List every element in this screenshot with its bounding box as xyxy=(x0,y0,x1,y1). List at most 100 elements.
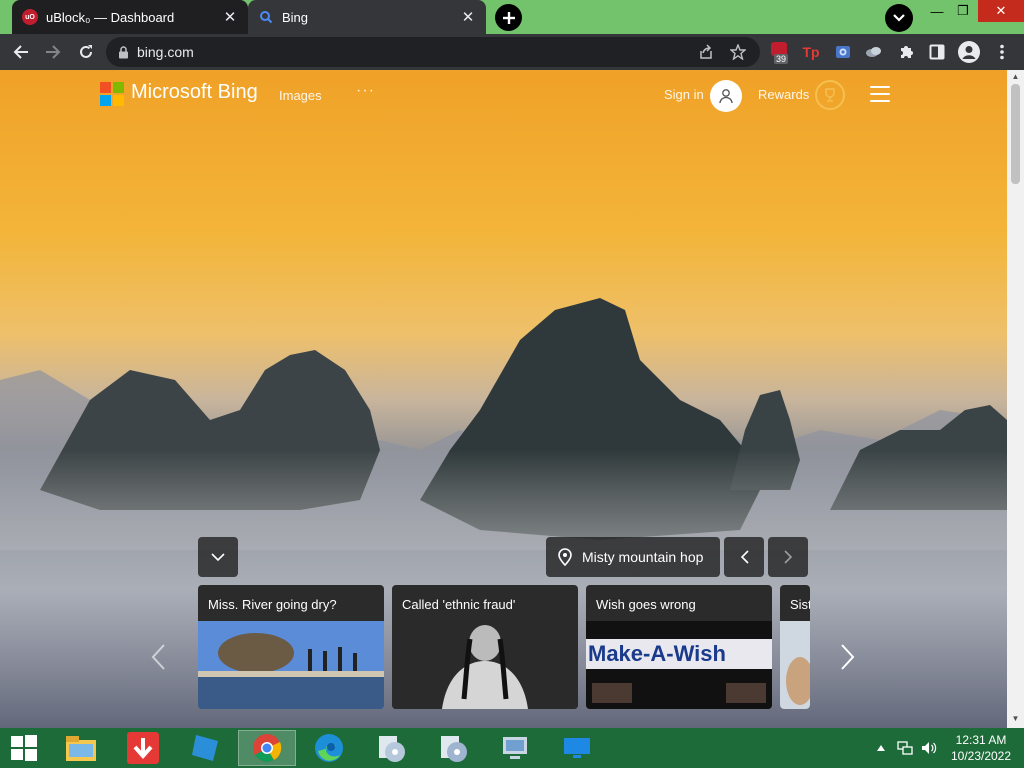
news-card-image: Make-A-Wish xyxy=(586,621,772,709)
tab-close-icon[interactable]: ✕ xyxy=(222,9,238,26)
address-bar[interactable]: bing.com xyxy=(106,37,760,67)
tab-title: uBlock₀ — Dashboard xyxy=(46,9,175,25)
hamburger-menu-icon[interactable] xyxy=(870,86,890,102)
side-panel-icon xyxy=(929,44,945,60)
arrow-left-icon xyxy=(13,45,28,59)
close-window-button[interactable]: ✕ xyxy=(978,0,1024,22)
monitor-icon xyxy=(564,738,590,758)
start-button[interactable] xyxy=(0,730,48,766)
ublock-extension-button[interactable]: 39 xyxy=(768,41,790,64)
kebab-menu-icon xyxy=(1000,44,1004,60)
back-button[interactable] xyxy=(9,40,33,64)
new-tab-button[interactable] xyxy=(495,4,522,31)
news-card[interactable]: Sist xyxy=(780,585,810,709)
chevron-up-icon xyxy=(877,745,885,751)
bing-header: Microsoft Bing Images ··· Sign in Reward… xyxy=(100,80,910,112)
extensions-button[interactable] xyxy=(895,41,917,63)
collapse-feed-button[interactable] xyxy=(198,537,238,577)
edge-icon xyxy=(315,734,343,762)
reload-button[interactable] xyxy=(74,40,98,64)
side-panel-button[interactable] xyxy=(926,41,948,63)
scrollbar-thumb[interactable] xyxy=(1011,84,1020,184)
tp-extension-icon: Tp xyxy=(802,44,820,60)
browser-menu-button[interactable] xyxy=(991,41,1013,63)
news-card-title: Sist xyxy=(790,597,810,612)
share-icon[interactable] xyxy=(698,44,714,60)
url-text: bing.com xyxy=(137,44,194,60)
bookmark-star-icon[interactable] xyxy=(730,44,746,60)
volume-tray-button[interactable] xyxy=(919,728,939,768)
nav-more-button[interactable]: ··· xyxy=(356,82,375,100)
sign-in-avatar[interactable] xyxy=(710,80,742,112)
taskbar-network-app[interactable] xyxy=(487,730,543,766)
news-card[interactable]: Called 'ethnic fraud' xyxy=(392,585,578,709)
network-icon xyxy=(897,741,913,755)
news-card-title: Wish goes wrong xyxy=(596,597,696,612)
news-card[interactable]: Miss. River going dry? xyxy=(198,585,384,709)
image-caption: Misty mountain hop xyxy=(582,549,704,565)
camera-extension-button[interactable] xyxy=(832,41,854,63)
chevron-left-icon xyxy=(740,550,749,564)
cloud-extension-button[interactable] xyxy=(863,41,885,63)
camera-extension-icon xyxy=(836,46,850,58)
make-a-wish-sign-text: Make-A-Wish xyxy=(588,641,726,666)
tab-bing[interactable]: Bing ✕ xyxy=(248,0,486,34)
cloud-extension-icon xyxy=(866,47,881,57)
location-pin-icon xyxy=(558,548,572,566)
taskbar-chrome[interactable] xyxy=(238,730,296,766)
taskbar-disc-app[interactable] xyxy=(363,730,419,766)
clock-date: 10/23/2022 xyxy=(950,749,1012,763)
roblox-icon xyxy=(192,735,218,761)
page-scrollbar[interactable]: ▲ ▼ xyxy=(1007,70,1024,728)
taskbar-clock[interactable]: 12:31 AM 10/23/2022 xyxy=(945,732,1017,764)
nav-images-link[interactable]: Images xyxy=(279,88,322,103)
file-explorer-icon xyxy=(66,736,96,761)
next-image-button[interactable] xyxy=(768,537,808,577)
network-tray-button[interactable] xyxy=(895,728,915,768)
taskbar-edge[interactable] xyxy=(301,730,357,766)
previous-image-button[interactable] xyxy=(724,537,764,577)
rewards-trophy-button[interactable] xyxy=(815,80,845,110)
windows-taskbar: 12:31 AM 10/23/2022 xyxy=(0,728,1024,768)
taskbar-monitor-app[interactable] xyxy=(549,730,605,766)
tp-extension-button[interactable]: Tp xyxy=(800,41,822,63)
bing-brand-title[interactable]: Microsoft Bing xyxy=(131,81,258,104)
news-carousel-next-button[interactable] xyxy=(838,642,858,672)
chrome-icon xyxy=(253,734,282,762)
bing-homepage: Microsoft Bing Images ··· Sign in Reward… xyxy=(0,70,1007,728)
tab-ublock-dashboard[interactable]: uO uBlock₀ — Dashboard ✕ xyxy=(12,0,248,34)
scroll-up-arrow-icon[interactable]: ▲ xyxy=(1011,72,1020,81)
tab-search-button[interactable] xyxy=(885,4,913,32)
chevron-down-icon xyxy=(893,14,905,22)
taskbar-file-explorer[interactable] xyxy=(53,730,109,766)
bing-search-icon xyxy=(258,9,274,25)
network-app-icon xyxy=(503,737,527,759)
tab-close-icon[interactable]: ✕ xyxy=(460,9,476,26)
chevron-right-icon xyxy=(783,550,792,564)
maximize-button[interactable]: ❐ xyxy=(948,0,978,22)
taskbar-roblox[interactable] xyxy=(177,730,233,766)
forward-button[interactable] xyxy=(41,40,65,64)
person-icon xyxy=(719,89,733,104)
profile-avatar-icon xyxy=(958,41,980,63)
profile-button[interactable] xyxy=(958,41,980,63)
news-card-image xyxy=(780,621,810,709)
trophy-icon xyxy=(825,88,835,102)
show-hidden-icons-button[interactable] xyxy=(873,728,889,768)
sign-in-link[interactable]: Sign in xyxy=(664,87,704,102)
microsoft-logo-icon[interactable] xyxy=(100,82,124,106)
news-card-image xyxy=(392,621,578,709)
taskbar-disc-app-2[interactable] xyxy=(425,730,481,766)
ublock-icon: uO xyxy=(22,9,38,25)
taskbar-downloader[interactable] xyxy=(115,730,171,766)
news-card[interactable]: Wish goes wrong Make-A-Wish xyxy=(586,585,772,709)
arrow-right-icon xyxy=(46,45,61,59)
tab-strip: uO uBlock₀ — Dashboard ✕ Bing ✕ — ❐ ✕ xyxy=(0,0,1024,34)
chevron-left-icon xyxy=(151,644,165,670)
plus-icon xyxy=(502,11,515,24)
news-carousel-prev-button[interactable] xyxy=(148,642,168,672)
image-caption-button[interactable]: Misty mountain hop xyxy=(546,537,720,577)
rewards-link[interactable]: Rewards xyxy=(758,87,809,102)
clock-time: 12:31 AM xyxy=(955,733,1007,747)
scroll-down-arrow-icon[interactable]: ▼ xyxy=(1011,714,1020,723)
